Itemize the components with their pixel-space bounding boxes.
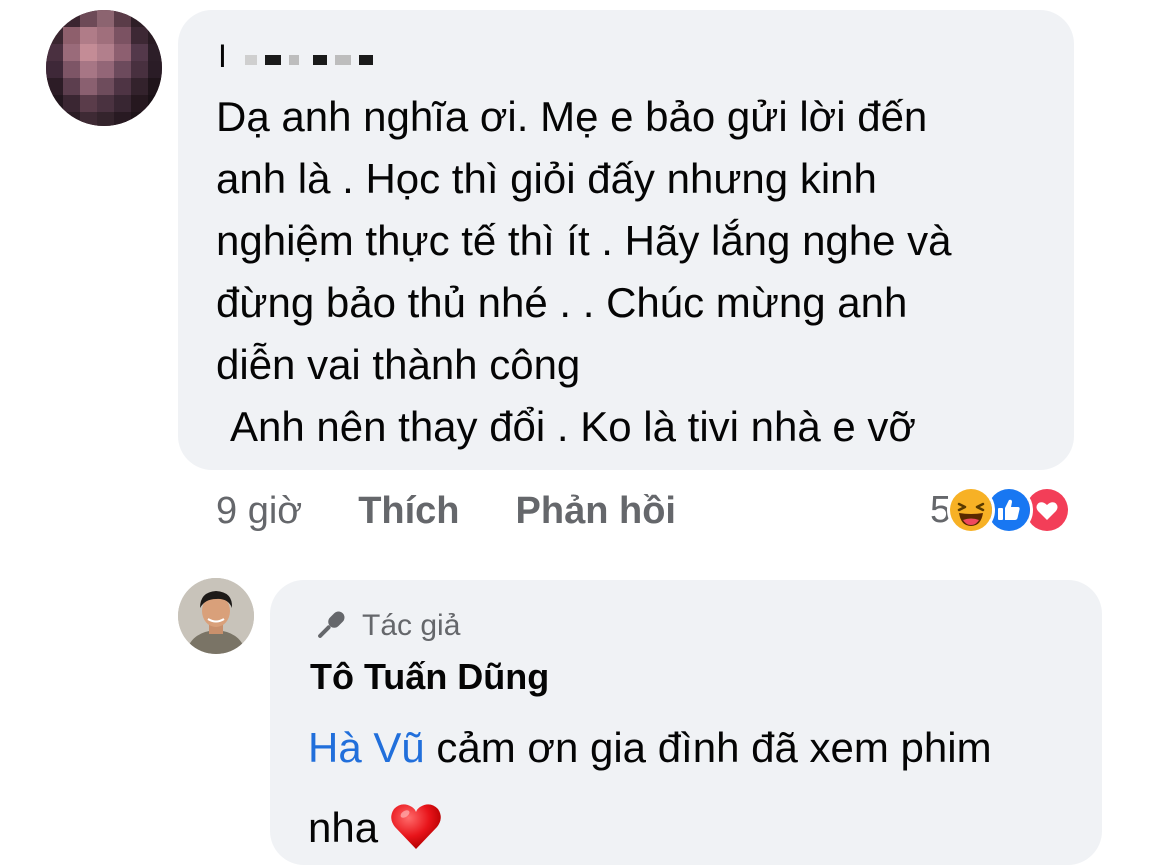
avatar-mosaic-tile — [80, 27, 97, 44]
avatar-mosaic-tile — [46, 61, 63, 78]
avatar-mosaic-tile — [63, 44, 80, 61]
avatar-mosaic-tile — [97, 95, 114, 112]
commenter-avatar[interactable] — [46, 10, 162, 126]
comment-timestamp[interactable]: 9 giờ — [216, 490, 302, 533]
avatar-mosaic-tile — [131, 95, 148, 112]
avatar-mosaic-tile — [97, 44, 114, 61]
avatar-mosaic-tile — [63, 10, 80, 27]
avatar-mosaic-tile — [80, 78, 97, 95]
avatar-mosaic-tile — [148, 78, 162, 95]
reply-text-segment: cảm ơn gia đình đã xem phim — [424, 724, 992, 771]
comment-text-line: anh là . Học thì giỏi đấy nhưng kinh — [216, 155, 877, 202]
avatar-mosaic-tile — [114, 61, 131, 78]
redacted-name-block — [312, 55, 327, 65]
mention-link[interactable]: Hà Vũ — [308, 724, 425, 771]
avatar-mosaic-tile — [46, 27, 63, 44]
avatar-mosaic-tile — [131, 10, 148, 27]
avatar-mosaic-tile — [63, 78, 80, 95]
avatar-mosaic-tile — [46, 95, 63, 112]
avatar-mosaic-tile — [63, 61, 80, 78]
avatar-mosaic-tile — [114, 44, 131, 61]
avatar-mosaic-tile — [148, 10, 162, 27]
reply-text: Hà Vũ cảm ơn gia đình đã xem phim nha — [308, 708, 1088, 865]
redacted-name-block — [288, 55, 299, 65]
avatar-mosaic-tile — [46, 78, 63, 95]
reply-button[interactable]: Phản hồi — [516, 490, 676, 533]
avatar-mosaic-tile — [63, 112, 80, 126]
commenter-name[interactable]: I — [218, 40, 381, 72]
redacted-name-block — [334, 55, 351, 65]
avatar-mosaic-tile — [114, 112, 131, 126]
avatar-mosaic-tile — [131, 27, 148, 44]
redacted-name-block — [244, 55, 257, 65]
avatar-mosaic-tile — [114, 78, 131, 95]
author-badge-label: Tác giả — [362, 609, 461, 642]
avatar-mosaic-tile — [131, 112, 148, 126]
reply-author-avatar[interactable] — [178, 578, 254, 654]
red-heart-emoji — [388, 798, 444, 854]
avatar-mosaic-tile — [46, 112, 63, 126]
reply-text-line: nha — [308, 788, 1088, 865]
comment-text-line: diễn vai thành công — [216, 341, 581, 388]
avatar-mosaic-tile — [63, 95, 80, 112]
avatar-mosaic-tile — [131, 78, 148, 95]
reaction-summary[interactable]: 5 — [930, 484, 1072, 536]
comment-text-line: Dạ anh nghĩa ơi. Mẹ e bảo gửi lời đến — [216, 93, 928, 140]
avatar-mosaic-tile — [97, 61, 114, 78]
comment-text: Dạ anh nghĩa ơi. Mẹ e bảo gửi lời đến an… — [216, 86, 1046, 458]
comment-text-line: đừng bảo thủ nhé . . Chúc mừng anh — [216, 279, 908, 326]
avatar-mosaic-tile — [46, 10, 63, 27]
avatar-mosaic-tile — [80, 95, 97, 112]
comment-text-line: Anh nên thay đổi . Ko là tivi nhà e vỡ — [230, 403, 916, 450]
avatar-mosaic-tile — [80, 61, 97, 78]
avatar-mosaic-tile — [148, 95, 162, 112]
author-badge: Tác giả — [310, 606, 460, 646]
comment-actions: 9 giờ Thích Phản hồi — [216, 486, 676, 536]
comment-thread: I Dạ anh nghĩa ơi. Mẹ e bảo gửi lời đến … — [0, 0, 1155, 865]
comment-text-line: nghiệm thực tế thì ít . Hãy lắng nghe và — [216, 217, 952, 264]
microphone-icon — [310, 606, 350, 646]
reply-author-name[interactable]: Tô Tuấn Dũng — [310, 656, 549, 698]
reply-text-segment: nha — [308, 804, 379, 851]
avatar-mosaic-tile — [97, 112, 114, 126]
avatar-mosaic-tile — [148, 112, 162, 126]
avatar-mosaic-tile — [80, 112, 97, 126]
avatar-mosaic-tile — [131, 44, 148, 61]
like-button[interactable]: Thích — [358, 490, 459, 533]
avatar-mosaic-tile — [97, 27, 114, 44]
avatar-mosaic-tile — [114, 27, 131, 44]
avatar-mosaic-tile — [114, 95, 131, 112]
avatar-mosaic-tile — [80, 44, 97, 61]
avatar-mosaic-tile — [46, 44, 63, 61]
redacted-name-block — [264, 55, 281, 65]
avatar-mosaic-tile — [80, 10, 97, 27]
avatar-mosaic-tile — [97, 78, 114, 95]
haha-icon — [947, 486, 996, 534]
redacted-name-block — [358, 55, 373, 65]
avatar-mosaic-tile — [97, 10, 114, 27]
avatar-mosaic-tile — [148, 44, 162, 61]
avatar-mosaic-tile — [114, 10, 131, 27]
commenter-name-initial: I — [218, 38, 227, 74]
avatar-mosaic-tile — [148, 61, 162, 78]
avatar-mosaic-tile — [63, 27, 80, 44]
reply-text-line: Hà Vũ cảm ơn gia đình đã xem phim — [308, 708, 1088, 788]
avatar-mosaic-tile — [148, 27, 162, 44]
avatar-mosaic-tile — [131, 61, 148, 78]
